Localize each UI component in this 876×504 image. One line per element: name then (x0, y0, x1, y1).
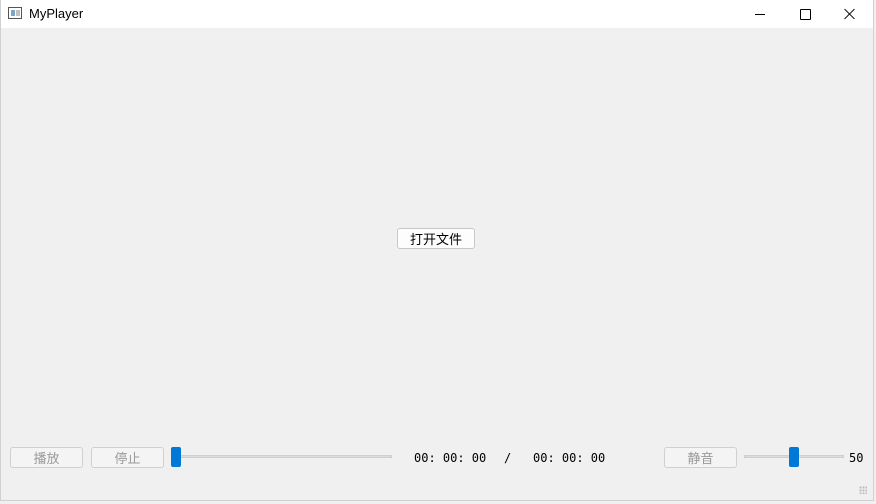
maximize-button[interactable] (782, 0, 828, 28)
volume-value: 50 (849, 451, 864, 465)
title-bar: MyPlayer (1, 0, 873, 28)
close-button[interactable] (827, 0, 873, 28)
stop-button[interactable]: 停止 (91, 447, 164, 468)
progress-slider-track[interactable] (173, 455, 392, 458)
play-button[interactable]: 播放 (10, 447, 83, 468)
app-icon (8, 7, 22, 19)
minimize-icon (755, 13, 765, 15)
progress-slider-handle[interactable] (171, 447, 181, 467)
window-title: MyPlayer (29, 6, 84, 21)
open-file-button[interactable]: 打开文件 (397, 228, 475, 249)
resize-grip-icon[interactable] (859, 486, 867, 494)
close-icon (844, 8, 856, 20)
time-separator: / (504, 451, 512, 465)
total-time: 00: 00: 00 (533, 451, 606, 465)
current-time: 00: 00: 00 (414, 451, 487, 465)
volume-slider-handle[interactable] (789, 447, 799, 467)
minimize-button[interactable] (737, 0, 783, 28)
maximize-icon (799, 8, 811, 20)
player-window: MyPlayer 打开文件 播放 停止 00: 00: 00 / 00: 00:… (0, 0, 874, 501)
mute-button[interactable]: 静音 (664, 447, 737, 468)
